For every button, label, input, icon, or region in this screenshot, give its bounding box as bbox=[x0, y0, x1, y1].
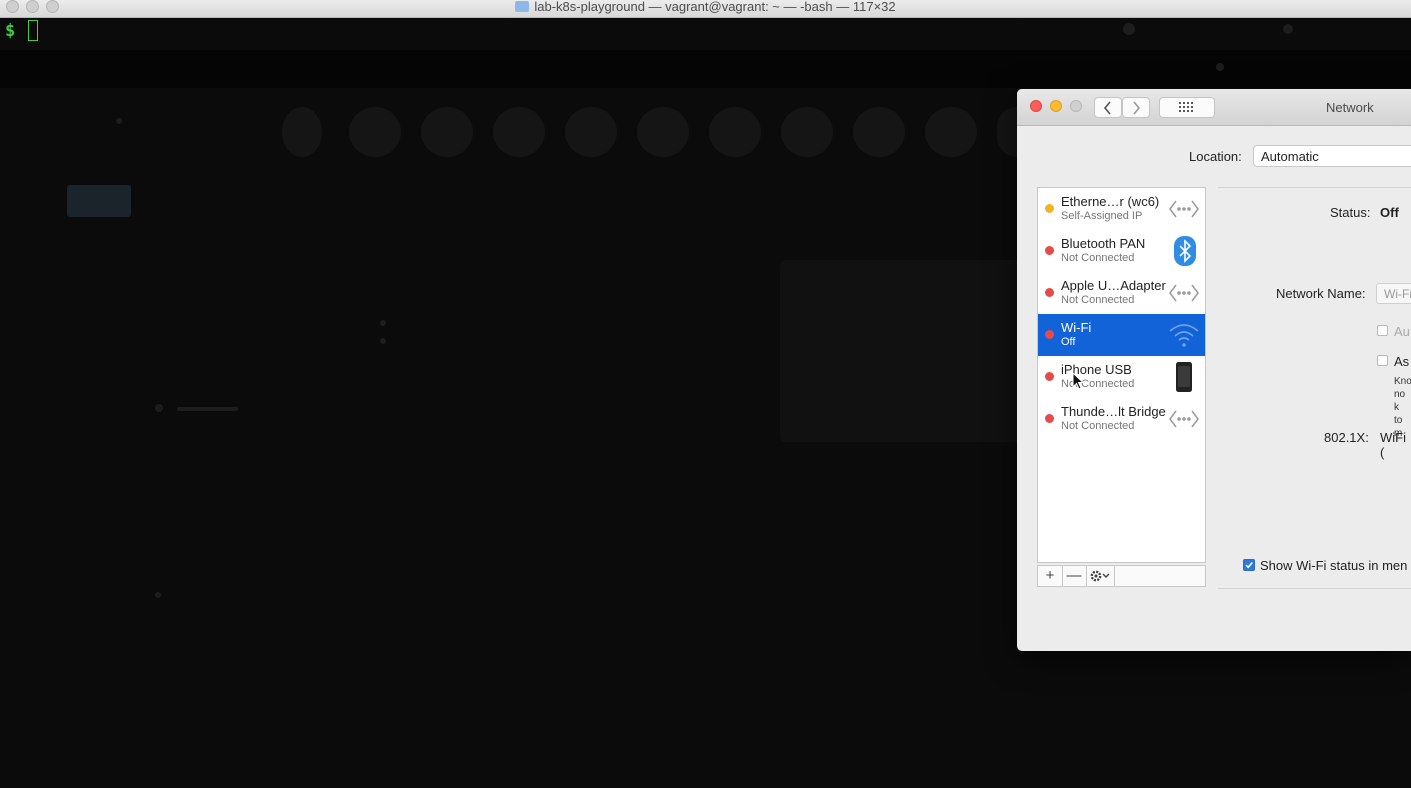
service-status: Off bbox=[1061, 336, 1076, 348]
service-item-wifi[interactable]: Wi-Fi Off bbox=[1038, 314, 1205, 356]
add-service-button[interactable]: + bbox=[1038, 566, 1063, 586]
ask-to-join-checkbox[interactable] bbox=[1377, 355, 1388, 366]
minimize-button[interactable] bbox=[1050, 100, 1062, 112]
background-avatar bbox=[493, 107, 545, 157]
background-avatar bbox=[421, 107, 473, 157]
back-button[interactable] bbox=[1094, 97, 1122, 118]
remove-service-button[interactable]: — bbox=[1062, 566, 1087, 586]
mouse-pointer-icon bbox=[1072, 372, 1084, 390]
terminal-title: lab-k8s-playground — vagrant@vagrant: ~ … bbox=[0, 0, 1411, 14]
zoom-button[interactable] bbox=[1070, 100, 1082, 112]
grid-icon bbox=[1179, 102, 1193, 112]
background-button bbox=[67, 185, 131, 217]
service-name: Thunde…lt Bridge bbox=[1061, 404, 1166, 419]
show-wifi-status-label: Show Wi-Fi status in men bbox=[1260, 558, 1408, 573]
status-dot bbox=[1045, 372, 1054, 381]
service-name: Bluetooth PAN bbox=[1061, 236, 1146, 251]
chevron-right-icon bbox=[1133, 101, 1141, 115]
status-dot bbox=[1045, 246, 1054, 255]
background-panel bbox=[780, 260, 1030, 442]
checkmark-icon bbox=[1245, 561, 1253, 569]
auto-join-checkbox[interactable] bbox=[1377, 325, 1388, 336]
window-title: Network bbox=[1326, 100, 1374, 115]
background-dot bbox=[380, 320, 386, 326]
background-avatar bbox=[709, 107, 761, 157]
background-dot bbox=[116, 118, 122, 124]
terminal-cursor bbox=[28, 20, 38, 41]
ethernet-icon bbox=[1169, 200, 1199, 218]
wifi-icon bbox=[1169, 324, 1199, 347]
status-dot bbox=[1045, 204, 1054, 213]
service-name: Apple U…Adapter bbox=[1061, 278, 1166, 293]
service-status: Not Connected bbox=[1061, 252, 1135, 264]
background-dot bbox=[1216, 63, 1224, 71]
service-status: Self-Assigned IP bbox=[1061, 210, 1143, 222]
status-value: Off bbox=[1380, 205, 1399, 220]
status-dot bbox=[1045, 330, 1054, 339]
background-avatar bbox=[565, 107, 617, 157]
network-name-select[interactable]: Wi-Fi bbox=[1376, 283, 1411, 304]
background-avatar bbox=[349, 107, 401, 157]
chevron-left-icon bbox=[1103, 101, 1111, 115]
detail-pane bbox=[1218, 187, 1411, 589]
background-band bbox=[0, 50, 1411, 88]
background-dot bbox=[155, 404, 163, 412]
dot1x-label: 802.1X: bbox=[1324, 430, 1369, 445]
service-item-ethernet[interactable]: Etherne…r (wc6) Self-Assigned IP bbox=[1038, 188, 1205, 230]
network-name-label: Network Name: bbox=[1276, 286, 1366, 301]
location-select[interactable]: Automatic bbox=[1253, 145, 1411, 167]
background-line bbox=[177, 407, 238, 411]
gear-icon bbox=[1090, 570, 1110, 582]
service-actions-button[interactable] bbox=[1086, 566, 1115, 586]
bluetooth-icon bbox=[1174, 236, 1196, 266]
iphone-icon bbox=[1176, 362, 1192, 392]
dot1x-value: WiFi ( bbox=[1380, 430, 1406, 460]
background-dot bbox=[1123, 23, 1135, 35]
background-avatar bbox=[282, 107, 322, 157]
ethernet-icon bbox=[1169, 284, 1199, 302]
network-preferences-window: Network Location: Automatic Etherne…r (w… bbox=[1017, 89, 1411, 651]
service-status: Not Connected bbox=[1061, 420, 1135, 432]
status-dot bbox=[1045, 288, 1054, 297]
close-button[interactable] bbox=[1030, 100, 1042, 112]
status-dot bbox=[1045, 414, 1054, 423]
show-all-button[interactable] bbox=[1159, 97, 1215, 118]
background-avatar bbox=[853, 107, 905, 157]
show-wifi-status-checkbox[interactable] bbox=[1243, 559, 1255, 571]
auto-join-label: Au bbox=[1394, 324, 1410, 339]
service-item-bluetooth-pan[interactable]: Bluetooth PAN Not Connected bbox=[1038, 230, 1205, 272]
service-name: Etherne…r (wc6) bbox=[1061, 194, 1160, 209]
service-list-toolbar: + — bbox=[1037, 565, 1206, 587]
background-dot bbox=[155, 592, 161, 598]
service-item-thunderbolt-bridge[interactable]: Thunde…lt Bridge Not Connected bbox=[1038, 398, 1205, 440]
location-label: Location: bbox=[1189, 149, 1242, 164]
shell-prompt: $ bbox=[5, 21, 16, 41]
service-list: Etherne…r (wc6) Self-Assigned IP Bluetoo… bbox=[1037, 187, 1206, 563]
forward-button[interactable] bbox=[1122, 97, 1150, 118]
service-item-apple-usb-adapter[interactable]: Apple U…Adapter Not Connected bbox=[1038, 272, 1205, 314]
folder-icon bbox=[515, 1, 530, 12]
service-item-iphone-usb[interactable]: iPhone USB Not Connected bbox=[1038, 356, 1205, 398]
background-dot bbox=[380, 338, 386, 344]
service-status: Not Connected bbox=[1061, 294, 1135, 306]
background-dot bbox=[1283, 24, 1293, 34]
background-avatar bbox=[781, 107, 833, 157]
background-avatar bbox=[637, 107, 689, 157]
background-avatar bbox=[925, 107, 977, 157]
ethernet-icon bbox=[1169, 410, 1199, 428]
status-label: Status: bbox=[1330, 205, 1371, 220]
service-name: Wi-Fi bbox=[1061, 320, 1092, 335]
ask-to-join-label: As bbox=[1394, 354, 1410, 369]
